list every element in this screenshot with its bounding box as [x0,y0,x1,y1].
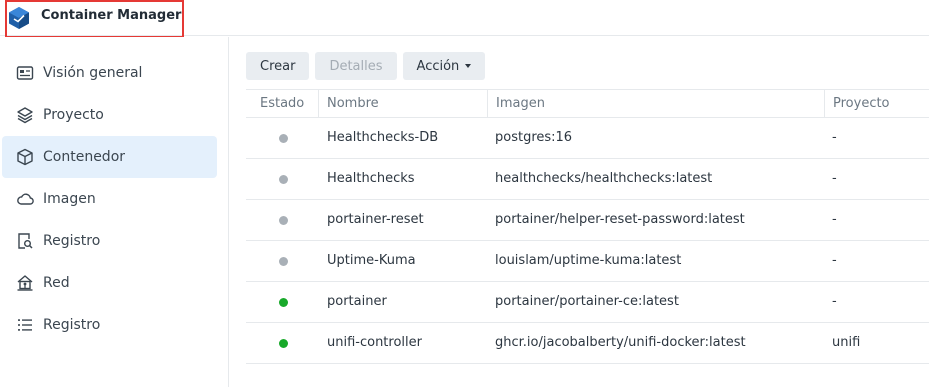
cell-image: healthchecks/healthchecks:latest [495,171,713,186]
container-table: Estado Nombre Imagen Proyecto Healthchec… [246,89,929,364]
app-title: Container Manager [41,8,182,23]
sidebar-item-log[interactable]: Registro [2,304,217,346]
cell-name: unifi-controller [327,335,422,350]
toolbar: Crear Detalles Acción [246,52,486,80]
action-dropdown-button[interactable]: Acción [402,52,486,80]
status-stopped-icon [279,257,288,266]
layers-icon [16,106,34,124]
action-button-label: Acción [416,58,460,74]
column-header-name[interactable]: Nombre [318,90,488,118]
cell-image: portainer/helper-reset-password:latest [495,212,745,227]
sidebar-item-label: Proyecto [43,107,104,123]
status-running-icon [279,339,288,348]
cell-name: portainer-reset [327,212,424,227]
registry-search-icon [16,232,34,250]
log-list-icon [16,316,34,334]
cell-project: - [832,171,837,186]
cell-project: - [832,253,837,268]
sidebar: Visión general Proyecto Contenedor Image… [0,37,229,387]
column-header-project[interactable]: Proyecto [824,90,929,118]
column-header-image[interactable]: Imagen [487,90,824,118]
table-row[interactable]: unifi-controller ghcr.io/jacobalberty/un… [246,323,929,364]
sidebar-item-label: Imagen [43,191,96,207]
sidebar-item-overview[interactable]: Visión general [2,52,217,94]
sidebar-item-label: Red [43,275,70,291]
container-manager-logo-icon [8,6,30,30]
title-bar: Container Manager [0,0,929,38]
details-button[interactable]: Detalles [315,52,397,80]
status-stopped-icon [279,175,288,184]
network-house-icon [16,274,34,292]
overview-card-icon [16,64,34,82]
status-running-icon [279,298,288,307]
cell-name: Healthchecks [327,171,415,186]
table-header: Estado Nombre Imagen Proyecto [246,89,929,118]
status-stopped-icon [279,134,288,143]
sidebar-item-label: Registro [43,233,101,249]
create-button[interactable]: Crear [246,52,310,80]
cell-project: - [832,212,837,227]
cell-name: Healthchecks-DB [327,130,439,145]
sidebar-item-container[interactable]: Contenedor [2,136,217,178]
column-header-status[interactable]: Estado [252,90,318,118]
table-row[interactable]: Healthchecks-DB postgres:16 - [246,118,929,159]
sidebar-item-network[interactable]: Red [2,262,217,304]
cell-name: portainer [327,294,387,309]
sidebar-item-label: Visión general [43,65,143,81]
table-row[interactable]: Healthchecks healthchecks/healthchecks:l… [246,159,929,200]
cloud-icon [16,190,34,208]
status-stopped-icon [279,216,288,225]
cell-name: Uptime-Kuma [327,253,416,268]
cell-project: unifi [832,335,861,350]
cell-image: postgres:16 [495,130,573,145]
cell-image: louislam/uptime-kuma:latest [495,253,682,268]
sidebar-item-label: Contenedor [43,149,126,165]
cell-project: - [832,294,837,309]
container-cube-icon [16,148,34,166]
cell-image: ghcr.io/jacobalberty/unifi-docker:latest [495,335,746,350]
cell-image: portainer/portainer-ce:latest [495,294,679,309]
table-row[interactable]: portainer-reset portainer/helper-reset-p… [246,200,929,241]
caret-down-icon [465,64,472,68]
sidebar-item-registry[interactable]: Registro [2,220,217,262]
table-row[interactable]: Uptime-Kuma louislam/uptime-kuma:latest … [246,241,929,282]
cell-project: - [832,130,837,145]
table-row[interactable]: portainer portainer/portainer-ce:latest … [246,282,929,323]
sidebar-item-image[interactable]: Imagen [2,178,217,220]
sidebar-item-label: Registro [43,317,101,333]
sidebar-item-project[interactable]: Proyecto [2,94,217,136]
